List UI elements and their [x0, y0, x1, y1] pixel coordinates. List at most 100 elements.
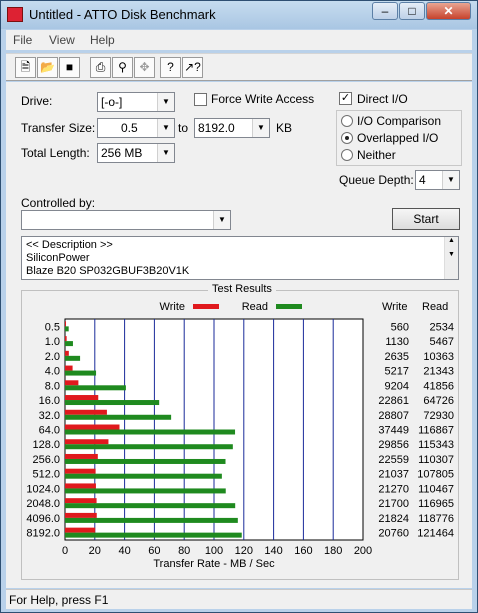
description-line: SiliconPower: [26, 252, 90, 264]
x-tick-label: 100: [205, 545, 223, 557]
x-tick-label: 80: [178, 545, 190, 557]
chevron-down-icon[interactable]: ▼: [442, 171, 459, 189]
controlled-by-select[interactable]: ▼: [21, 210, 231, 230]
x-tick-label: 120: [235, 545, 253, 557]
legend-read-swatch: [276, 304, 302, 309]
title-bar[interactable]: Untitled - ATTO Disk Benchmark – □ ✕: [1, 1, 477, 29]
transfer-to-value: 8192.0: [198, 121, 235, 135]
drive-value: [-o-]: [101, 95, 123, 109]
category-label: 2.0: [45, 351, 60, 363]
read-bar: [65, 370, 97, 376]
x-tick-label: 200: [354, 545, 372, 557]
total-length-value: 256 MB: [101, 146, 143, 160]
close-button[interactable]: ✕: [426, 2, 471, 20]
open-folder-icon[interactable]: 📂: [37, 57, 58, 78]
neither-label: Neither: [357, 148, 396, 162]
write-bar: [65, 409, 107, 415]
transfer-from-value: 0.5: [121, 121, 138, 135]
read-value: 64726: [423, 395, 454, 407]
read-value: 10363: [423, 351, 454, 363]
controlled-by-label: Controlled by:: [21, 196, 96, 210]
read-value: 110467: [418, 483, 454, 495]
neither-radio[interactable]: [341, 149, 353, 161]
start-button[interactable]: Start: [392, 208, 460, 230]
chevron-down-icon[interactable]: ▼: [213, 211, 230, 229]
read-value: 115343: [418, 439, 454, 451]
save-icon[interactable]: ■: [59, 57, 80, 78]
x-tick-label: 40: [118, 545, 130, 557]
write-value: 21700: [378, 498, 409, 510]
write-bar: [65, 350, 69, 356]
context-help-icon[interactable]: ↗?: [182, 57, 203, 78]
force-write-checkbox[interactable]: [194, 93, 207, 106]
print-preview-icon[interactable]: ⚲: [112, 57, 133, 78]
overlapped-io-radio[interactable]: [341, 132, 353, 144]
read-value: 5467: [430, 336, 454, 348]
read-bar: [65, 385, 126, 391]
read-value: 72930: [423, 410, 454, 422]
category-label: 256.0: [32, 454, 60, 466]
read-bar: [65, 400, 160, 406]
chevron-down-icon[interactable]: ▼: [157, 93, 174, 111]
to-label: to: [178, 121, 189, 135]
drive-label: Drive:: [21, 94, 53, 108]
description-line: << Description >>: [26, 239, 113, 251]
help-icon[interactable]: ?: [160, 57, 181, 78]
menu-view[interactable]: View: [49, 33, 75, 47]
main-panel: Drive: [-o-] ▼ Force Write Access Transf…: [6, 82, 472, 588]
category-label: 16.0: [39, 395, 60, 407]
description-box[interactable]: << Description >> SiliconPower Blaze B20…: [21, 236, 459, 280]
menu-file[interactable]: File: [13, 33, 32, 47]
read-column-header: Read: [422, 301, 448, 313]
transfer-size-from-select[interactable]: 0.5 ▼: [97, 118, 175, 138]
read-bar: [65, 355, 81, 361]
category-label: 2048.0: [26, 498, 60, 510]
category-label: 1024.0: [26, 483, 60, 495]
read-bar: [65, 517, 238, 523]
write-column-header: Write: [382, 301, 407, 313]
category-label: 4.0: [45, 366, 60, 378]
window-title: Untitled - ATTO Disk Benchmark: [29, 7, 216, 22]
minimize-button[interactable]: –: [372, 2, 398, 20]
read-bar: [65, 458, 226, 464]
legend-read-label: Read: [242, 301, 268, 313]
new-file-icon[interactable]: 🗎: [15, 57, 36, 78]
read-bar: [65, 532, 242, 538]
move-icon[interactable]: ✥: [134, 57, 155, 78]
x-axis-title: Transfer Rate - MB / Sec: [153, 558, 275, 570]
chevron-down-icon[interactable]: ▼: [157, 119, 174, 137]
io-comparison-radio[interactable]: [341, 115, 353, 127]
write-bar: [65, 453, 98, 459]
direct-io-checkbox[interactable]: ✓: [339, 92, 352, 105]
x-tick-label: 180: [324, 545, 342, 557]
chevron-down-icon[interactable]: ▼: [252, 119, 269, 137]
write-bar: [65, 424, 120, 430]
drive-select[interactable]: [-o-] ▼: [97, 92, 175, 112]
category-label: 512.0: [32, 469, 60, 481]
write-value: 37449: [378, 425, 409, 437]
read-bar: [65, 414, 172, 420]
read-bar: [65, 488, 226, 494]
read-bar: [65, 341, 73, 347]
write-value: 21037: [378, 469, 409, 481]
write-bar: [65, 321, 66, 327]
write-bar: [65, 498, 97, 504]
print-icon[interactable]: ⎙: [90, 57, 111, 78]
x-tick-label: 0: [62, 545, 68, 557]
transfer-size-to-select[interactable]: 8192.0 ▼: [194, 118, 270, 138]
description-scrollbar[interactable]: ▲ ▼: [444, 237, 458, 279]
chevron-down-icon[interactable]: ▼: [157, 144, 174, 162]
total-length-select[interactable]: 256 MB ▼: [97, 143, 175, 163]
results-chart: 0 20 40 60 80 100 120 140 160 180 200 Transfer Rate…: [26, 301, 454, 570]
category-label: 8192.0: [26, 528, 60, 540]
queue-depth-select[interactable]: 4 ▼: [415, 170, 460, 190]
maximize-button[interactable]: □: [399, 2, 425, 20]
x-tick-label: 20: [89, 545, 101, 557]
menu-help[interactable]: Help: [90, 33, 115, 47]
category-label: 0.5: [45, 321, 60, 333]
write-bar: [65, 395, 99, 401]
transfer-size-label: Transfer Size:: [21, 121, 96, 135]
write-value: 22559: [378, 454, 409, 466]
read-value: 21343: [423, 366, 454, 378]
toolbar: 🗎 📂 ■ ⎙ ⚲ ✥ ? ↗?: [6, 53, 472, 81]
